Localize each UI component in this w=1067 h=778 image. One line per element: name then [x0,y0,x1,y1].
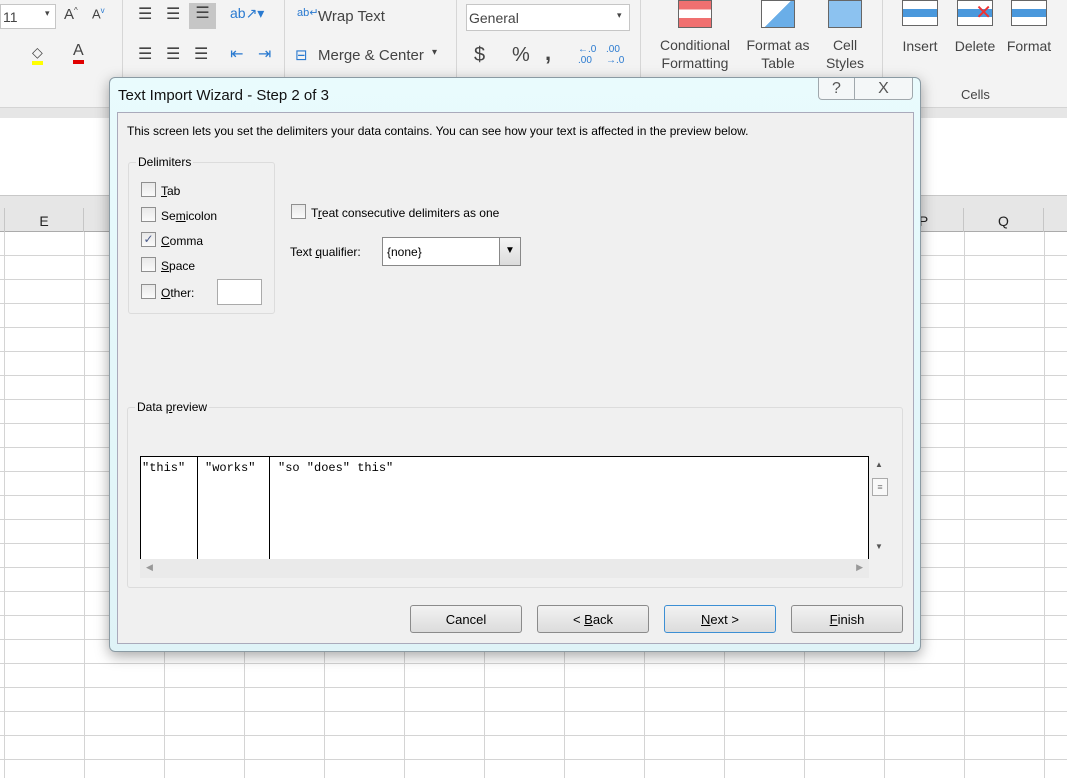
cell-styles-label-2: Styles [825,55,865,71]
treat-consecutive-label[interactable]: Treat consecutive delimiters as one [311,206,499,220]
column-header-e[interactable]: E [4,208,84,232]
format-cells-icon [1011,0,1047,26]
font-size-value: 11 [3,9,18,25]
text-qualifier-value: {none} [387,245,422,259]
decrease-decimal-icon[interactable]: .00 →.0 [606,44,624,66]
insert-button[interactable]: Insert [895,0,945,80]
merge-icon: ⊟ [295,47,308,64]
conditional-formatting-button[interactable]: Conditional Formatting [650,0,740,80]
comma-style-button[interactable]: , [545,40,551,66]
treat-consecutive-checkbox[interactable] [291,204,306,219]
font-size-box[interactable]: 11 ▾ [0,4,56,29]
increase-decimal-icon[interactable]: ←.0.00 [578,44,596,66]
cell-styles-label: Cell [832,37,858,53]
back-button[interactable]: < Back [537,605,649,633]
delete-button[interactable]: ✕ Delete [950,0,1000,80]
increase-indent-icon[interactable]: ⇥ [258,44,271,64]
finish-button[interactable]: Finish [791,605,903,633]
fill-color-icon[interactable]: ◇ [32,44,43,65]
percent-button[interactable]: % [512,44,530,67]
wrap-text-label: Wrap Text [318,8,385,25]
conditional-formatting-icon [678,0,712,28]
align-top-icon[interactable]: ☰ [138,4,152,24]
other-label[interactable]: Other: [161,286,194,300]
dialog-client: This screen lets you set the delimiters … [117,112,914,644]
text-qualifier-label: Text qualifier: [290,245,361,259]
preview-column-2: "works" [198,457,270,559]
preview-column-1: "this" [141,457,198,559]
increase-font-icon[interactable]: A^ [64,6,78,23]
scroll-thumb[interactable]: ≡ [872,478,888,496]
align-left-icon[interactable]: ☰ [138,44,152,64]
preview-cell: "so "does" this" [278,461,394,475]
text-qualifier-select[interactable]: {none} ▼ [382,237,521,266]
font-color-icon[interactable]: A [73,42,84,64]
other-checkbox[interactable] [141,284,156,299]
decrease-indent-icon[interactable]: ⇤ [230,44,243,64]
description-text: This screen lets you set the delimiters … [127,124,749,138]
format-button[interactable]: Format [1004,0,1054,80]
insert-label: Insert [902,38,938,54]
tab-label[interactable]: Tab [161,184,180,198]
scroll-up-icon[interactable]: ▲ [875,460,883,469]
preview-cell: "works" [205,461,256,475]
column-header-q[interactable]: Q [964,208,1044,232]
text-import-wizard-dialog: Text Import Wizard - Step 2 of 3 ? X Thi… [109,77,921,652]
next-button[interactable]: Next > [664,605,776,633]
scroll-right-icon[interactable]: ▶ [856,562,863,573]
delete-label: Delete [954,38,996,54]
insert-cells-icon [902,0,938,26]
merge-center-label: Merge & Center [318,47,424,64]
number-format-value: General [469,10,519,26]
title-buttons: ? X [818,78,913,100]
conditional-formatting-label: Conditional [659,37,731,53]
cell-styles-button[interactable]: Cell Styles [816,0,874,80]
align-center-icon[interactable]: ☰ [166,44,180,64]
semicolon-label[interactable]: Semicolon [161,209,217,223]
chevron-down-icon: ▾ [45,8,50,18]
dropdown-arrow-icon: ▼ [499,238,520,265]
conditional-formatting-label-2: Formatting [661,55,729,71]
format-as-table-button[interactable]: Format as Table [742,0,814,80]
cells-group-label: Cells [961,87,990,102]
preview-cell: "this" [142,461,186,475]
help-button[interactable]: ? [819,78,855,99]
comma-checkbox[interactable]: ✓ [141,232,156,247]
space-label[interactable]: Space [161,259,195,273]
dialog-title: Text Import Wizard - Step 2 of 3 [118,87,329,104]
other-delimiter-input[interactable] [217,279,262,305]
vertical-scrollbar[interactable]: ▲ ≡ ▼ [869,456,889,559]
scroll-down-icon[interactable]: ▼ [875,542,883,551]
decrease-font-icon[interactable]: Av [92,6,105,21]
currency-button[interactable]: $ [474,44,485,67]
orientation-icon[interactable]: ab↗▾ [230,5,264,22]
format-label: Format [1006,38,1052,54]
delete-cells-icon: ✕ [957,0,993,26]
wrap-text-icon: ab↵ [297,7,319,19]
format-as-table-icon [761,0,795,28]
cancel-button[interactable]: Cancel [410,605,522,633]
comma-label[interactable]: Comma [161,234,203,248]
close-button[interactable]: X [855,78,912,99]
semicolon-checkbox[interactable] [141,207,156,222]
horizontal-scrollbar[interactable]: ◀ ▶ [140,559,869,578]
delimiters-label: Delimiters [136,155,194,169]
align-middle-icon[interactable]: ☰ [166,4,180,24]
data-preview-table[interactable]: "this" "works" "so "does" this" [140,456,869,559]
align-bottom-icon[interactable]: ☰ [189,3,216,29]
format-as-table-label-2: Table [761,55,795,71]
space-checkbox[interactable] [141,257,156,272]
chevron-down-icon: ▾ [617,10,622,20]
number-format-select[interactable]: General ▾ [466,4,630,31]
format-as-table-label: Format as [746,37,810,53]
scroll-left-icon[interactable]: ◀ [146,562,153,573]
cell-styles-icon [828,0,862,28]
data-preview-label: Data preview [135,400,210,414]
tab-checkbox[interactable] [141,182,156,197]
chevron-down-icon: ▾ [432,47,438,58]
align-right-icon[interactable]: ☰ [194,44,208,64]
